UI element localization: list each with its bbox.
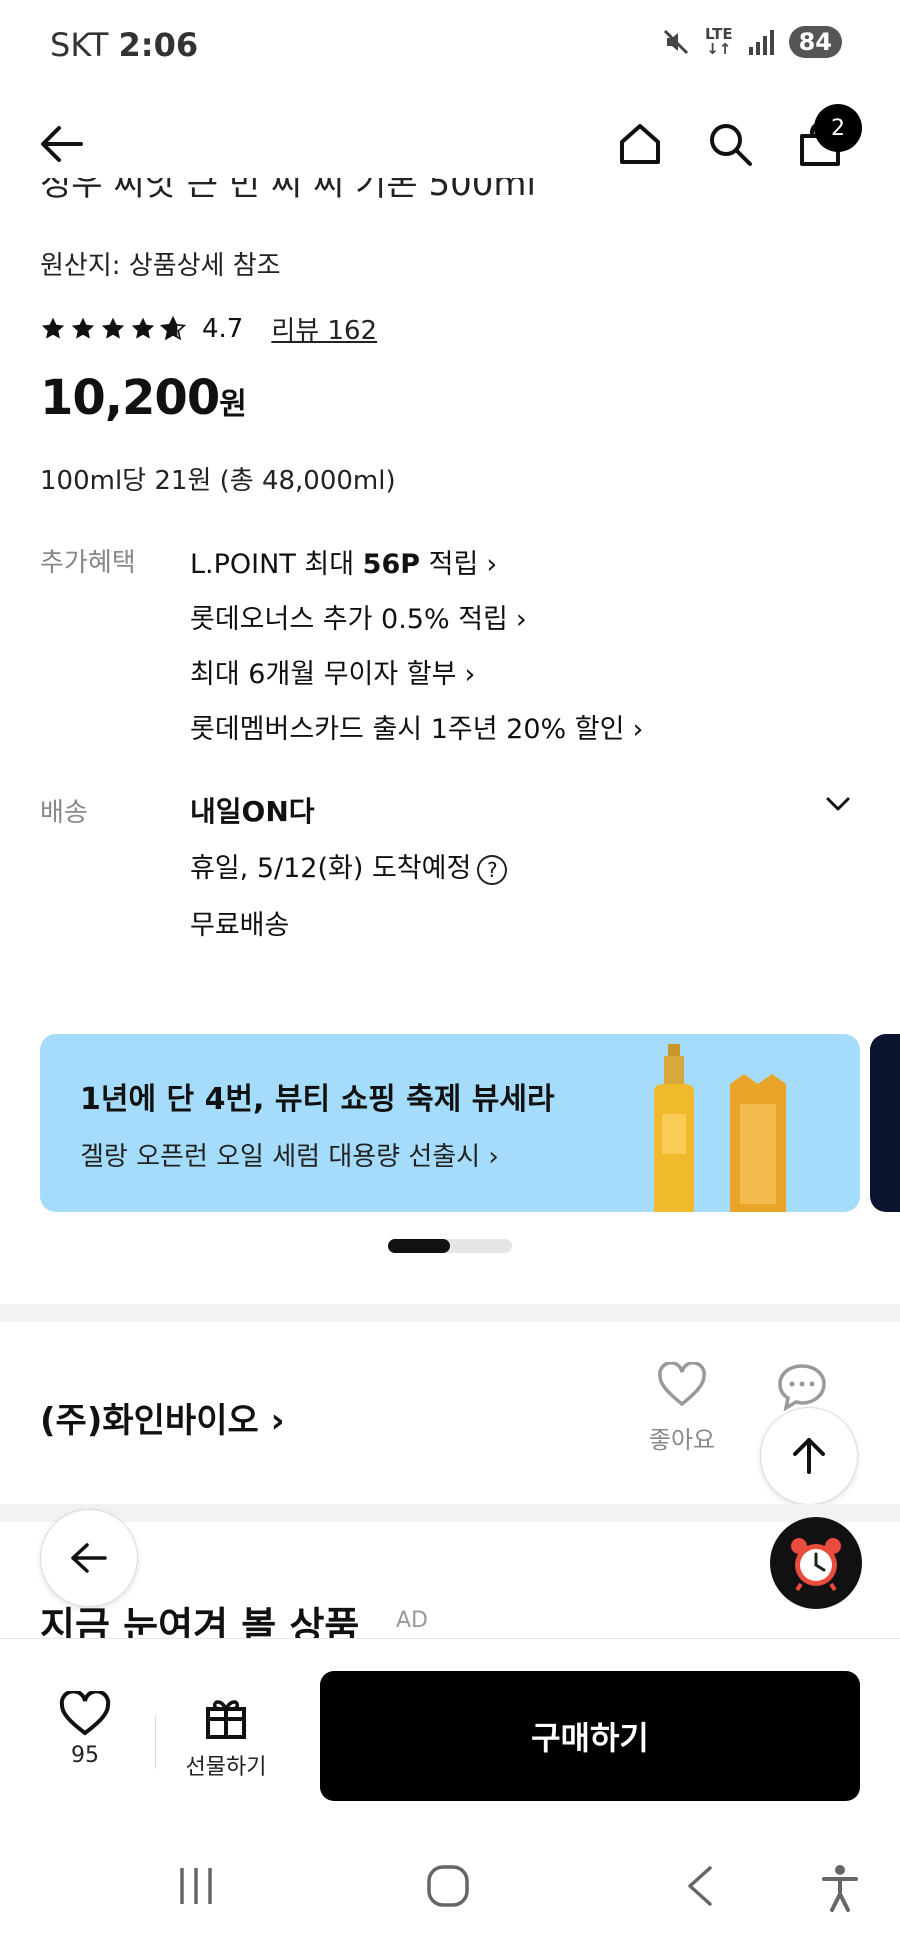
system-back-button[interactable]: [684, 1864, 716, 1912]
shipping-expand-button[interactable]: [824, 790, 852, 822]
review-link[interactable]: 리뷰 162: [271, 310, 377, 347]
rating-value: 4.7: [202, 313, 244, 344]
star-icon: [101, 317, 125, 339]
ad-tag: AD: [396, 1608, 428, 1633]
origin-text: 원산지: 상품상세 참조: [40, 251, 281, 281]
unit-price: 100ml당 21원 (총 48,000ml): [40, 466, 396, 496]
home-button[interactable]: [610, 114, 670, 174]
chevron-right-icon: ›: [632, 714, 644, 745]
mute-icon: [663, 29, 689, 55]
gift-button[interactable]: 선물하기: [176, 1695, 276, 1781]
star-half-icon: [160, 315, 186, 340]
cart-button[interactable]: 2: [790, 104, 862, 174]
shipping-fee: 무료배송: [190, 910, 290, 941]
system-home-button[interactable]: [426, 1864, 470, 1912]
seller-like-button[interactable]: 좋아요: [640, 1361, 724, 1455]
section-divider: [0, 1304, 900, 1322]
buy-button[interactable]: 구매하기: [320, 1671, 860, 1801]
gift-label: 선물하기: [185, 1755, 267, 1780]
arrow-up-icon: [793, 1438, 825, 1474]
accessibility-icon: [822, 1865, 858, 1912]
floating-back-button[interactable]: [40, 1509, 138, 1607]
app-header: 2: [0, 92, 900, 192]
search-button[interactable]: [700, 114, 760, 174]
system-back-icon: [688, 1866, 712, 1906]
alarm-button[interactable]: [770, 1517, 862, 1609]
price-value: 10,200: [40, 370, 220, 426]
chevron-right-icon: ›: [464, 659, 476, 690]
heart-icon: [658, 1361, 706, 1407]
section-divider: [0, 1504, 900, 1522]
signal-icon: [748, 30, 774, 55]
rating-stars: [40, 315, 186, 342]
question-icon[interactable]: ?: [477, 854, 508, 885]
battery-indicator: 84: [788, 26, 842, 58]
home-icon: [620, 124, 660, 164]
benefit-lpoint[interactable]: L.POINT 최대 56P 적립 ›: [190, 542, 497, 581]
recent-apps-icon: [180, 1868, 212, 1904]
next-banner-peek[interactable]: [870, 1034, 900, 1212]
benefit-card-discount[interactable]: 롯데멤버스카드 출시 1주년 20% 할인 ›: [190, 707, 643, 746]
back-button[interactable]: [30, 114, 90, 174]
shipping-title: 내일ON다: [190, 795, 315, 828]
benefit-installment[interactable]: 최대 6개월 무이자 할부 ›: [190, 652, 475, 691]
wish-button[interactable]: 95: [50, 1689, 120, 1768]
scroll-top-button[interactable]: [760, 1407, 858, 1505]
alarm-clock-icon: [791, 1538, 841, 1592]
benefit-lotte-owners[interactable]: 롯데오너스 추가 0.5% 적립 ›: [190, 597, 527, 636]
chevron-right-icon: ›: [486, 549, 498, 580]
back-arrow-icon: [41, 126, 83, 162]
search-icon: [710, 124, 752, 166]
banner-pager: [388, 1239, 512, 1253]
product-title-truncated: 정우 씨앗 큰 빈 씨 씨 기본 500ml: [40, 178, 536, 198]
banner-subtitle: 겔랑 오픈런 오일 세럼 대용량 선출시 ›: [80, 1142, 499, 1172]
arrival-date: 휴일, 5/12(화) 도착예정?: [190, 846, 508, 885]
status-time-group: SKT 2:06: [50, 26, 198, 64]
chat-icon: [778, 1364, 826, 1412]
rating-row: 4.7 리뷰 162: [40, 310, 377, 347]
star-icon: [41, 317, 65, 339]
recent-apps-button[interactable]: [176, 1864, 216, 1912]
shipping-label: 배송: [40, 798, 88, 828]
banner-title: 1년에 단 4번, 뷰티 쇼핑 축제 뷰세라: [80, 1082, 555, 1117]
status-bar: SKT 2:06 LTE ↓↑ 84: [0, 0, 900, 92]
star-icon: [71, 317, 95, 339]
purchase-bar: 95 선물하기 구매하기: [0, 1638, 900, 1822]
seller-link[interactable]: (주)화인바이오 ›: [40, 1393, 285, 1442]
chevron-down-icon: [826, 797, 850, 811]
back-arrow-icon: [71, 1543, 107, 1573]
star-icon: [131, 317, 155, 339]
clock: 2:06: [118, 26, 199, 64]
benefits-label: 추가혜택: [40, 548, 136, 578]
price: 10,200원: [40, 370, 247, 426]
price-unit: 원: [219, 387, 247, 422]
like-label: 좋아요: [648, 1426, 716, 1454]
serum-bottles-image: [654, 1044, 786, 1212]
heart-icon: [59, 1689, 111, 1736]
gift-icon: [206, 1700, 246, 1739]
cart-count-badge: 2: [814, 104, 862, 152]
accessibility-button[interactable]: [820, 1864, 860, 1916]
chevron-right-icon: ›: [515, 604, 527, 635]
home-circle-icon: [427, 1865, 469, 1907]
status-icons: LTE ↓↑ 84: [661, 26, 842, 58]
bar-separator: [155, 1715, 156, 1769]
system-nav-bar: [0, 1822, 900, 1950]
promo-banner[interactable]: 1년에 단 4번, 뷰티 쇼핑 축제 뷰세라 겔랑 오픈런 오일 세럼 대용량 …: [40, 1034, 860, 1212]
carrier-label: SKT: [50, 26, 109, 64]
wish-count: 95: [71, 1743, 99, 1768]
pager-progress: [388, 1239, 450, 1253]
network-indicator: LTE ↓↑: [705, 25, 733, 58]
